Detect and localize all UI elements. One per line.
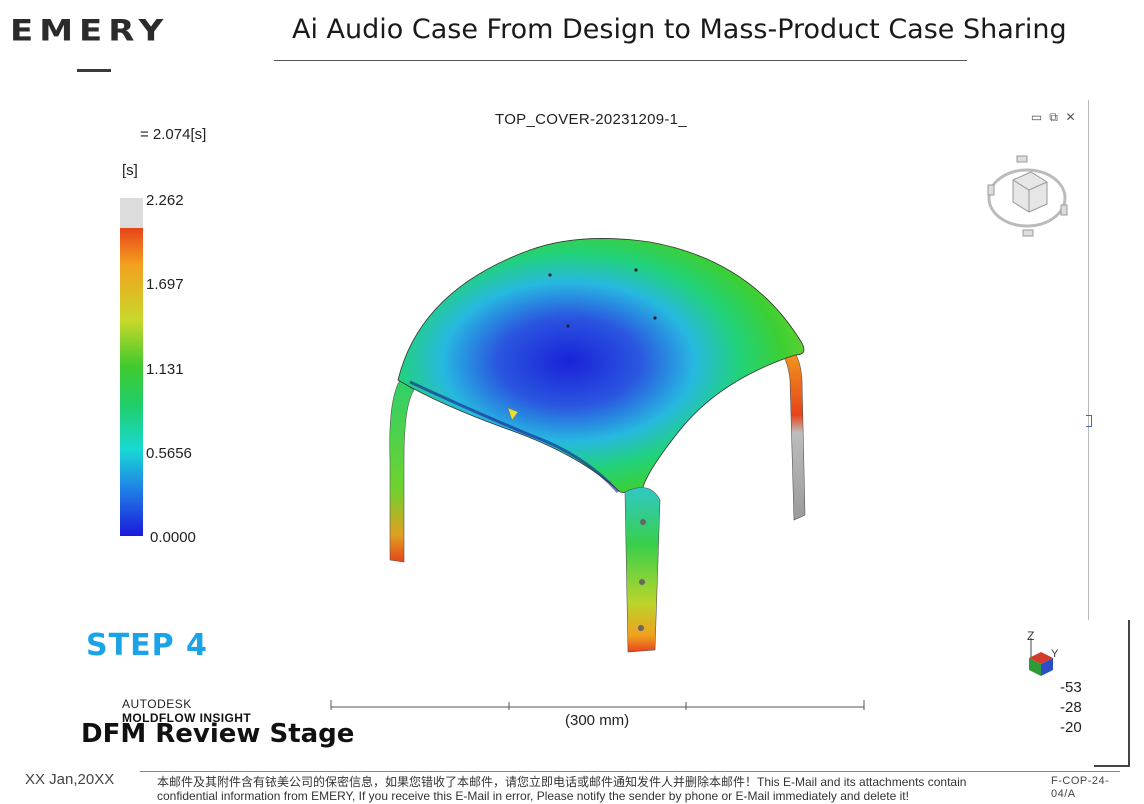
notice-line-1: 本邮件及其附件含有铱美公司的保密信息，如果您错收了本邮件，请您立即电话或邮件通知… — [157, 775, 967, 789]
axis-z-label: Z — [1027, 630, 1034, 643]
legend-tick-high: 1.697 — [146, 276, 184, 293]
code-line-2: 04/A — [1051, 788, 1076, 800]
autodesk-brand: AUTODESK — [122, 697, 192, 711]
footer-date: XX Jan,20XX — [25, 771, 115, 788]
coordinate-readout: -53 -28 -20 — [1060, 678, 1082, 738]
notice-line-2: confidential information from EMERY, If … — [157, 789, 909, 803]
logo-underline — [77, 69, 111, 72]
step-label: STEP 4 — [86, 628, 208, 663]
stage-label: DFM Review Stage — [81, 719, 355, 749]
minimize-icon[interactable]: ▭ — [1030, 111, 1043, 124]
coord-z: -20 — [1060, 719, 1082, 736]
legend-overflow-swatch — [120, 198, 143, 228]
view-cube-icon[interactable] — [985, 150, 1070, 240]
restore-icon[interactable]: ⧉ — [1047, 111, 1060, 124]
code-line-1: F-COP-24- — [1051, 775, 1110, 787]
coord-x: -53 — [1060, 679, 1082, 696]
viewport-corner-edge — [1128, 620, 1130, 765]
slide-title: Ai Audio Case From Design to Mass-Produc… — [292, 14, 1067, 45]
legend-gradient — [120, 228, 143, 536]
legend-tick-mid: 1.131 — [146, 361, 184, 378]
coord-y: -28 — [1060, 699, 1082, 716]
time-readout: = 2.074[s] — [140, 126, 207, 143]
legend-tick-max: 2.262 — [146, 192, 184, 209]
top-cover-model-render — [389, 238, 806, 653]
scale-label: (300 mm) — [565, 712, 630, 729]
emery-logo: EMERY — [10, 14, 170, 48]
legend-unit-label: [s] — [122, 162, 138, 179]
footer-divider — [140, 771, 1120, 772]
legend-tick-low: 0.5656 — [146, 445, 192, 462]
confidentiality-notice: 本邮件及其附件含有铱美公司的保密信息，如果您错收了本邮件，请您立即电话或邮件通知… — [157, 775, 1037, 803]
viewport-corner-edge-bottom — [1094, 765, 1130, 767]
model-title: TOP_COVER-20231209-1_ — [495, 111, 687, 128]
window-controls: ▭ ⧉ ✕ — [1030, 111, 1077, 124]
legend-tick-min: 0.0000 — [150, 529, 196, 546]
title-divider — [274, 60, 967, 61]
splitter-handle[interactable] — [1086, 415, 1092, 427]
close-icon[interactable]: ✕ — [1064, 111, 1077, 124]
viewport-border — [1088, 100, 1089, 620]
document-code: F-COP-24- 04/A — [1051, 775, 1131, 801]
color-legend-bar — [120, 198, 143, 536]
